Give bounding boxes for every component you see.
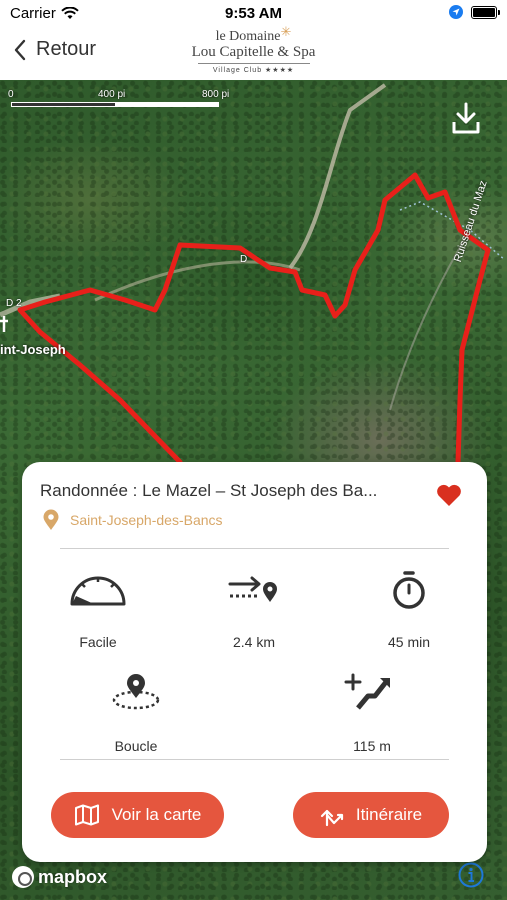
elevation-label: 115 m	[353, 738, 391, 754]
road-label-d: D	[240, 254, 248, 265]
mapbox-label: mapbox	[38, 866, 108, 887]
loop-icon	[112, 674, 160, 710]
road-label-d2: D 2	[6, 298, 22, 309]
elevation-icon	[344, 673, 390, 710]
brand-line-1: le Domaine✳	[215, 24, 292, 44]
hike-title: Randonnée : Le Mazel – St Joseph des Ba.…	[40, 481, 378, 500]
stopwatch-icon	[393, 571, 425, 609]
divider-bottom	[60, 759, 449, 760]
map-icon	[74, 804, 99, 826]
info-icon[interactable]	[458, 862, 484, 888]
mapbox-logo: mapbox	[12, 866, 107, 888]
scale-label-2: 800 pi	[202, 89, 230, 100]
itinerary-button[interactable]: Itinéraire	[293, 792, 449, 838]
scale-label-1: 400 pi	[98, 89, 126, 100]
brand-line-2: Lou Capitelle & Spa	[191, 44, 316, 60]
hike-card: Randonnée : Le Mazel – St Joseph des Ba.…	[22, 462, 487, 862]
map-scale: 0 400 pi 800 pi	[8, 89, 236, 111]
church-cross-icon	[0, 316, 8, 332]
divider-top	[60, 548, 449, 549]
stat-distance: 2.4 km	[194, 570, 314, 650]
battery-icon	[471, 5, 500, 19]
brand-line-3: Village Club ★★★★	[212, 67, 295, 74]
status-bar: Carrier 9:53 AM	[0, 0, 507, 28]
download-icon[interactable]	[451, 102, 481, 136]
location-services-icon	[449, 5, 463, 19]
route-icon	[320, 809, 344, 827]
brand-logo: le Domaine✳ Lou Capitelle & Spa Village …	[0, 24, 507, 75]
itinerary-label: Itinéraire	[355, 805, 423, 824]
heart-icon[interactable]	[435, 482, 463, 508]
brand-divider	[197, 63, 310, 64]
distance-icon	[228, 576, 277, 602]
scale-bar	[11, 102, 219, 107]
difficulty-label: Facile	[79, 634, 117, 650]
duration-label: 45 min	[387, 634, 431, 650]
hiking-route	[17, 172, 491, 465]
gauge-icon	[70, 576, 126, 606]
scale-label-0: 0	[8, 89, 14, 100]
sun-icon: ✳	[280, 24, 292, 39]
nav-bar: Retour le Domaine✳ Lou Capitelle & Spa V…	[0, 24, 507, 80]
view-map-button[interactable]: Voir la carte	[51, 792, 224, 838]
stat-duration: 45 min	[349, 570, 469, 650]
loop-label: Boucle	[114, 738, 158, 754]
distance-label: 2.4 km	[232, 634, 275, 650]
status-indicators	[449, 5, 500, 19]
stat-loop: Boucle	[76, 672, 196, 754]
place-label: int-Joseph	[0, 342, 66, 357]
clock: 9:53 AM	[225, 5, 282, 22]
location-row: Saint-Joseph-des-Bancs	[42, 509, 223, 531]
mapbox-mark-icon	[12, 866, 34, 888]
stat-elevation: 115 m	[312, 672, 432, 754]
stat-difficulty: Facile	[38, 570, 158, 650]
view-map-label: Voir la carte	[111, 805, 202, 824]
location-label: Saint-Joseph-des-Bancs	[70, 512, 223, 528]
map-pin-icon	[43, 509, 59, 530]
